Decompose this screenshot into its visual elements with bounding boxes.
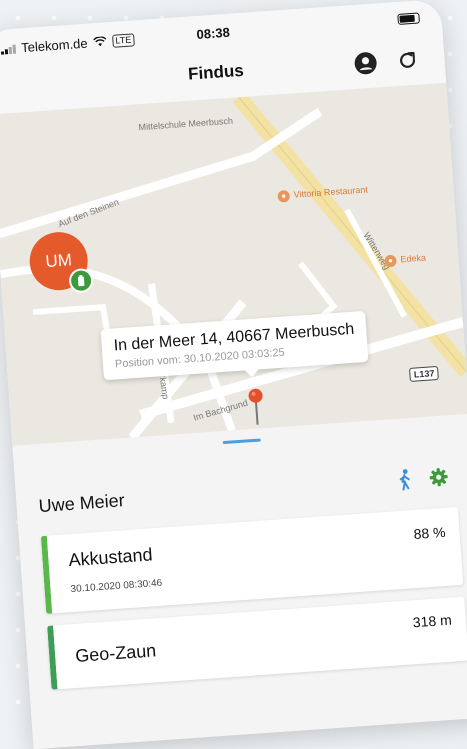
walk-button[interactable] bbox=[393, 468, 416, 491]
person-name: Uwe Meier bbox=[38, 490, 126, 517]
settings-button[interactable] bbox=[427, 465, 450, 488]
account-icon bbox=[354, 52, 377, 75]
battery-card[interactable]: Akkustand 30.10.2020 08:30:46 88 % bbox=[40, 506, 464, 614]
account-button[interactable] bbox=[350, 47, 382, 79]
map-view[interactable]: Mittelschule Meerbusch Auf den Steinen A… bbox=[0, 82, 467, 446]
battery-value: 88 % bbox=[413, 523, 447, 543]
card-timestamp: 30.10.2020 08:30:46 bbox=[70, 577, 163, 596]
restaurant-icon: ● bbox=[277, 189, 291, 203]
gear-icon bbox=[429, 468, 448, 487]
walk-icon bbox=[399, 469, 410, 491]
card-label: Akkustand bbox=[67, 544, 154, 571]
phone-screen: Telekom.de LTE 08:38 Findus Mittelschule… bbox=[0, 0, 467, 749]
geofence-card[interactable]: Geo-Zaun 318 m bbox=[47, 596, 467, 690]
refresh-icon bbox=[400, 51, 416, 68]
location-pin[interactable] bbox=[245, 386, 268, 427]
battery-icon bbox=[397, 12, 420, 25]
geofence-value: 318 m bbox=[412, 611, 453, 631]
avatar-marker[interactable]: UM bbox=[27, 230, 94, 294]
refresh-button[interactable] bbox=[392, 44, 424, 76]
sheet-drag-handle[interactable] bbox=[222, 438, 261, 445]
card-label: Geo-Zaun bbox=[74, 640, 157, 666]
bottom-sheet: Uwe Meier Akkustand 30.10.2020 08:30:46 … bbox=[12, 413, 467, 749]
route-shield: L137 bbox=[409, 365, 439, 382]
shop-icon: ● bbox=[384, 254, 397, 268]
pin-icon bbox=[248, 388, 263, 425]
poi-name: Edeka bbox=[400, 252, 427, 265]
